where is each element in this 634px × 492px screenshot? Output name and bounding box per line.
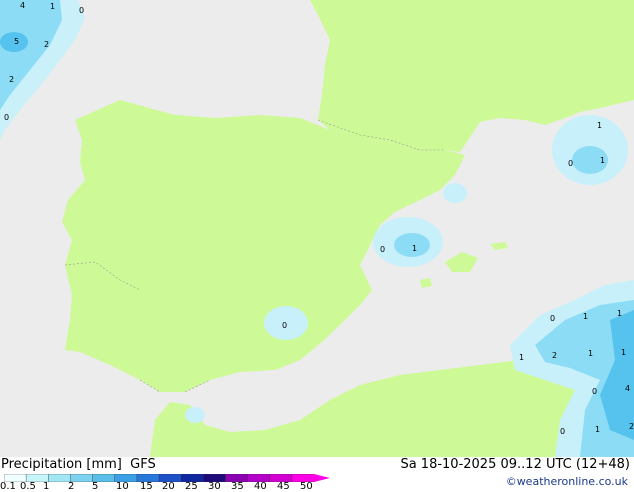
value-label: 0 bbox=[79, 6, 84, 15]
map-footer: Precipitation [mm] GFS Sa 18-10-2025 09.… bbox=[0, 457, 634, 492]
precip-gibraltar bbox=[185, 407, 205, 423]
value-label: 1 bbox=[617, 309, 622, 318]
value-label: 0 bbox=[592, 387, 597, 396]
scale-tick-label: 10 bbox=[116, 481, 129, 492]
scale-tick-label: 20 bbox=[162, 481, 175, 492]
scale-tick-label: 0.1 bbox=[0, 481, 16, 492]
map-canvas: 4 1 0 5 2 2 0 1 0 1 0 1 0 0 1 1 1 2 1 1 … bbox=[0, 0, 634, 457]
value-label: 0 bbox=[568, 159, 573, 168]
value-label: 4 bbox=[625, 384, 630, 393]
scale-tick-label: 0.5 bbox=[20, 481, 36, 492]
value-label: 0 bbox=[4, 113, 9, 122]
precip-ebro-delta bbox=[443, 183, 467, 203]
value-label: 1 bbox=[50, 2, 55, 11]
value-label: 5 bbox=[14, 37, 19, 46]
value-label: 0 bbox=[560, 427, 565, 436]
scale-tick-label: 25 bbox=[185, 481, 198, 492]
scale-tick-label: 2 bbox=[68, 481, 75, 492]
value-label: 2 bbox=[629, 422, 634, 431]
scale-tick-label: 35 bbox=[231, 481, 244, 492]
weather-map-panel: 4 1 0 5 2 2 0 1 0 1 0 1 0 0 1 1 1 2 1 1 … bbox=[0, 0, 634, 492]
scale-tick-label: 40 bbox=[254, 481, 267, 492]
value-label: 1 bbox=[588, 349, 593, 358]
value-label: 4 bbox=[20, 1, 25, 10]
value-label: 1 bbox=[597, 121, 602, 130]
scale-tick-label: 45 bbox=[277, 481, 290, 492]
land-mallorca bbox=[445, 252, 478, 272]
land-ibiza bbox=[420, 278, 432, 288]
scale-arrow bbox=[314, 474, 330, 482]
value-label: 1 bbox=[595, 425, 600, 434]
valid-time: Sa 18-10-2025 09..12 UTC (12+48) bbox=[400, 457, 630, 472]
credit-link[interactable]: ©weatheronline.co.uk bbox=[506, 475, 628, 488]
value-label: 1 bbox=[621, 348, 626, 357]
value-label: 0 bbox=[282, 321, 287, 330]
value-label: 1 bbox=[412, 244, 417, 253]
value-label: 2 bbox=[9, 75, 14, 84]
scale-tick-label: 50 bbox=[300, 481, 313, 492]
value-label: 2 bbox=[44, 40, 49, 49]
scale-tick-label: 15 bbox=[140, 481, 153, 492]
value-label: 1 bbox=[583, 312, 588, 321]
value-label: 1 bbox=[600, 156, 605, 165]
scale-tick-label: 1 bbox=[43, 481, 50, 492]
scale-tick-label: 5 bbox=[92, 481, 99, 492]
precipitation-map: 4 1 0 5 2 2 0 1 0 1 0 1 0 0 1 1 1 2 1 1 … bbox=[0, 0, 634, 457]
scale-tick-label: 30 bbox=[208, 481, 221, 492]
land-menorca bbox=[490, 242, 508, 250]
product-title: Precipitation [mm] GFS bbox=[1, 457, 156, 472]
value-label: 0 bbox=[550, 314, 555, 323]
value-label: 0 bbox=[380, 245, 385, 254]
value-label: 2 bbox=[552, 351, 557, 360]
value-label: 1 bbox=[519, 353, 524, 362]
